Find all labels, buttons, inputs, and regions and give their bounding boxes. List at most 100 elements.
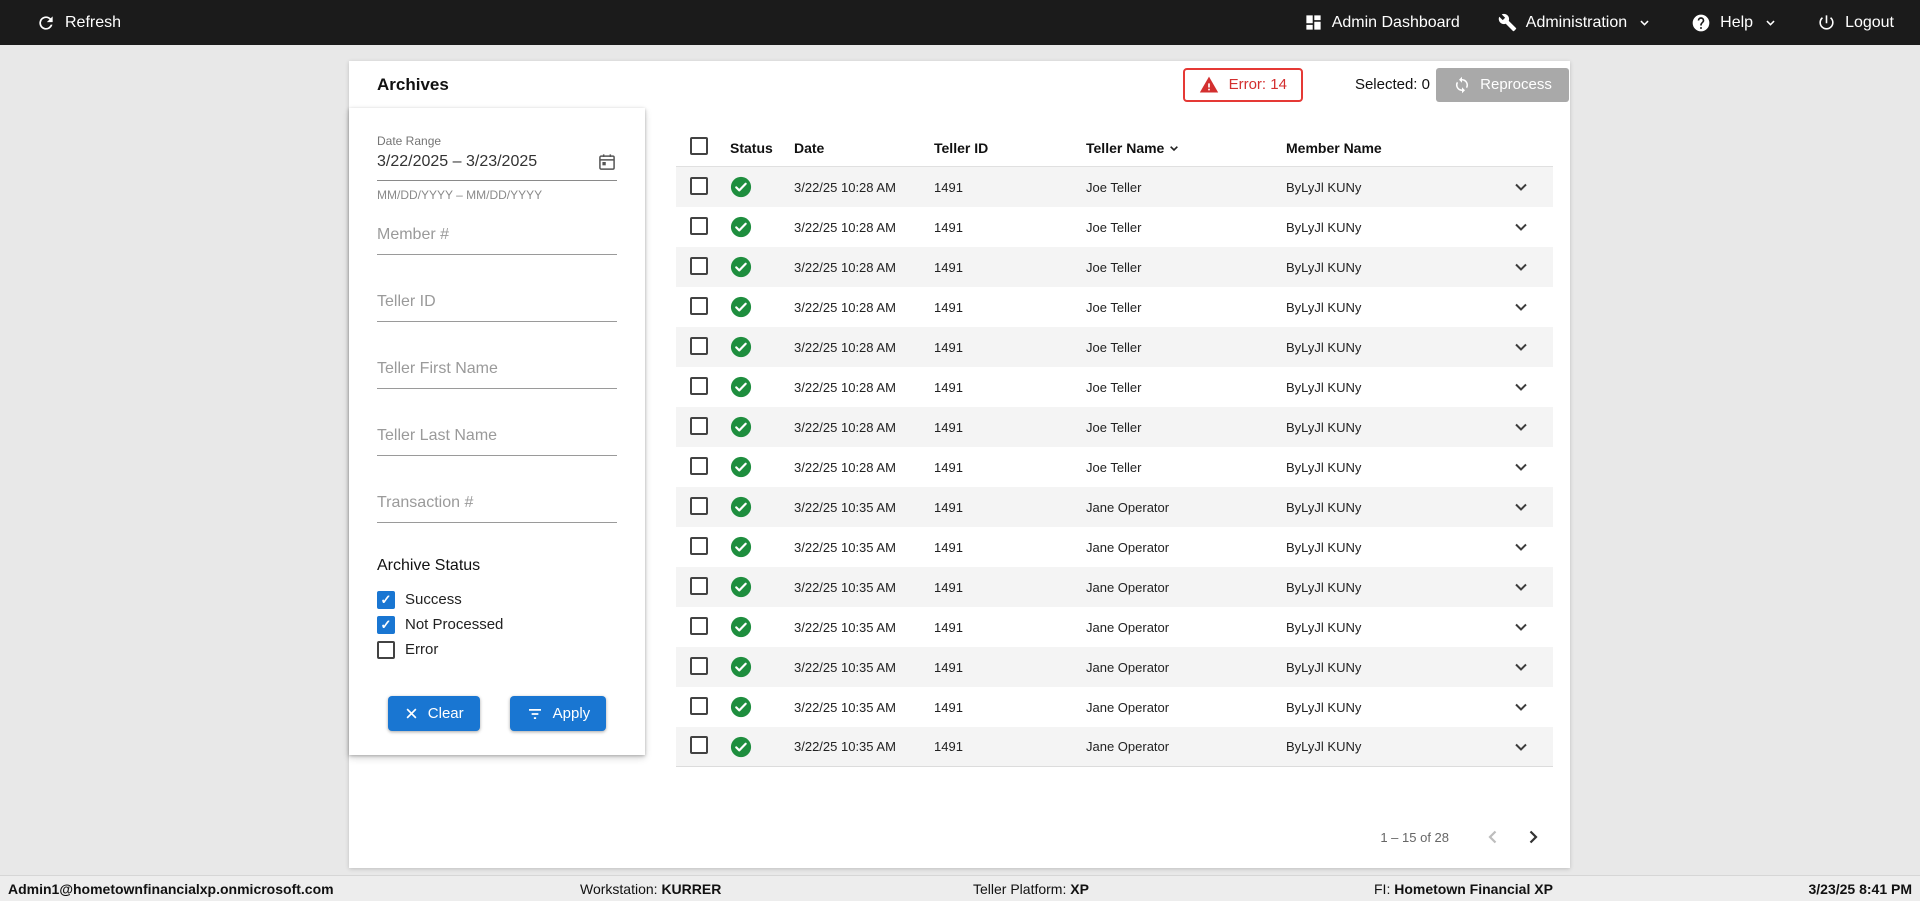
expand-row-button[interactable] [1489,455,1553,479]
status-filter-option[interactable]: Error [377,637,617,662]
expand-row-button[interactable] [1489,255,1553,279]
status-filter-option[interactable]: Success [377,587,617,612]
expand-row-button[interactable] [1489,175,1553,199]
expand-row-icon [1515,583,1527,591]
next-page-button[interactable] [1519,823,1547,851]
apply-label: Apply [552,705,591,722]
table-row[interactable]: 3/22/25 10:28 AM 1491 Joe Teller ByLyJl … [676,407,1553,447]
previous-page-button[interactable] [1479,823,1507,851]
expand-row-icon [1515,623,1527,631]
reprocess-button[interactable]: Reprocess [1436,67,1569,102]
teller-name-column-header[interactable]: Teller Name [1086,140,1286,156]
current-datetime: 3/23/25 8:41 PM [1808,880,1912,897]
expand-row-button[interactable] [1489,215,1553,239]
table-row[interactable]: 3/22/25 10:28 AM 1491 Joe Teller ByLyJl … [676,247,1553,287]
date-column-header[interactable]: Date [794,140,934,156]
table-row[interactable]: 3/22/25 10:35 AM 1491 Jane Operator ByLy… [676,727,1553,767]
expand-row-button[interactable] [1489,295,1553,319]
date-range-input[interactable] [377,153,577,171]
expand-row-button[interactable] [1489,655,1553,679]
clear-label: Clear [427,705,464,722]
expand-row-button[interactable] [1489,615,1553,639]
teller-last-name-input[interactable] [377,427,617,456]
table-row[interactable]: 3/22/25 10:35 AM 1491 Jane Operator ByLy… [676,647,1553,687]
row-checkbox[interactable] [690,416,708,435]
expand-row-button[interactable] [1489,335,1553,359]
row-checkbox[interactable] [690,696,708,715]
row-checkbox[interactable] [690,216,708,235]
row-checkbox[interactable] [690,456,708,475]
selected-count-label: Selected: 0 [1354,76,1430,93]
row-teller-id: 1491 [934,339,963,355]
status-column-header[interactable]: Status [722,140,794,156]
member-name-column-header[interactable]: Member Name [1286,140,1489,156]
teller-id-column-header[interactable]: Teller ID [934,140,1086,156]
row-checkbox[interactable] [690,496,708,515]
table-row[interactable]: 3/22/25 10:28 AM 1491 Joe Teller ByLyJl … [676,287,1553,327]
row-checkbox[interactable] [690,656,708,675]
table-row[interactable]: 3/22/25 10:35 AM 1491 Jane Operator ByLy… [676,687,1553,727]
administration-menu[interactable]: Administration [1498,13,1653,32]
row-teller-id: 1491 [934,179,963,195]
logged-in-user: Admin1@hometownfinancialxp.onmicrosoft.c… [8,880,334,897]
row-date: 3/22/25 10:35 AM [794,499,896,515]
table-row[interactable]: 3/22/25 10:35 AM 1491 Jane Operator ByLy… [676,567,1553,607]
row-teller-id: 1491 [934,379,963,395]
table-row[interactable]: 3/22/25 10:35 AM 1491 Jane Operator ByLy… [676,487,1553,527]
row-teller-name: Joe Teller [1086,179,1142,195]
row-checkbox[interactable] [690,176,708,195]
row-member-name: ByLyJl KUNy [1286,219,1362,235]
status-filter-option[interactable]: Not Processed [377,612,617,637]
expand-row-button[interactable] [1489,415,1553,439]
row-checkbox[interactable] [690,576,708,595]
refresh-button[interactable]: Refresh [36,13,121,33]
status-filter-checkbox[interactable] [377,615,395,634]
table-row[interactable]: 3/22/25 10:35 AM 1491 Jane Operator ByLy… [676,607,1553,647]
row-teller-name: Jane Operator [1086,579,1170,595]
status-filter-checkbox[interactable] [377,640,395,659]
clear-button[interactable]: Clear [387,696,480,731]
logout-button[interactable]: Logout [1817,13,1894,32]
expand-row-button[interactable] [1489,695,1553,719]
error-filter-button[interactable]: Error: 14 [1182,67,1303,102]
table-row[interactable]: 3/22/25 10:28 AM 1491 Joe Teller ByLyJl … [676,327,1553,367]
row-checkbox[interactable] [690,736,708,754]
row-checkbox[interactable] [690,256,708,275]
expand-row-icon [1515,543,1527,551]
row-member-name: ByLyJl KUNy [1286,699,1362,715]
table-row[interactable]: 3/22/25 10:35 AM 1491 Jane Operator ByLy… [676,527,1553,567]
table-row[interactable]: 3/22/25 10:28 AM 1491 Joe Teller ByLyJl … [676,167,1553,207]
row-date: 3/22/25 10:35 AM [794,539,896,555]
row-member-name: ByLyJl KUNy [1286,259,1362,275]
success-status-icon [730,496,752,518]
expand-row-button[interactable] [1489,575,1553,599]
teller-id-input[interactable] [377,293,617,322]
expand-row-button[interactable] [1489,495,1553,519]
help-menu[interactable]: Help [1691,13,1779,33]
row-checkbox[interactable] [690,296,708,315]
expand-row-button[interactable] [1489,535,1553,559]
teller-first-name-input[interactable] [377,360,617,389]
administration-label: Administration [1525,13,1628,31]
apply-button[interactable]: Apply [509,696,607,731]
status-filter-checkbox[interactable] [377,590,395,609]
table-row[interactable]: 3/22/25 10:28 AM 1491 Joe Teller ByLyJl … [676,207,1553,247]
table-row[interactable]: 3/22/25 10:28 AM 1491 Joe Teller ByLyJl … [676,447,1553,487]
row-date: 3/22/25 10:28 AM [794,259,896,275]
row-teller-name: Joe Teller [1086,339,1142,355]
table-row[interactable]: 3/22/25 10:28 AM 1491 Joe Teller ByLyJl … [676,367,1553,407]
select-all-checkbox[interactable] [690,137,708,155]
row-checkbox[interactable] [690,376,708,395]
success-status-icon [730,696,752,718]
row-checkbox[interactable] [690,616,708,635]
row-checkbox[interactable] [690,536,708,555]
admin-dashboard-button[interactable]: Admin Dashboard [1304,13,1460,32]
table-header-row: Status Date Teller ID Teller Name Member… [676,129,1553,167]
transaction-number-input[interactable] [377,494,617,523]
member-number-input[interactable] [377,226,617,255]
expand-row-button[interactable] [1489,375,1553,399]
expand-row-button[interactable] [1489,735,1553,759]
calendar-icon[interactable] [597,152,617,172]
success-status-icon [730,656,752,678]
row-checkbox[interactable] [690,336,708,355]
